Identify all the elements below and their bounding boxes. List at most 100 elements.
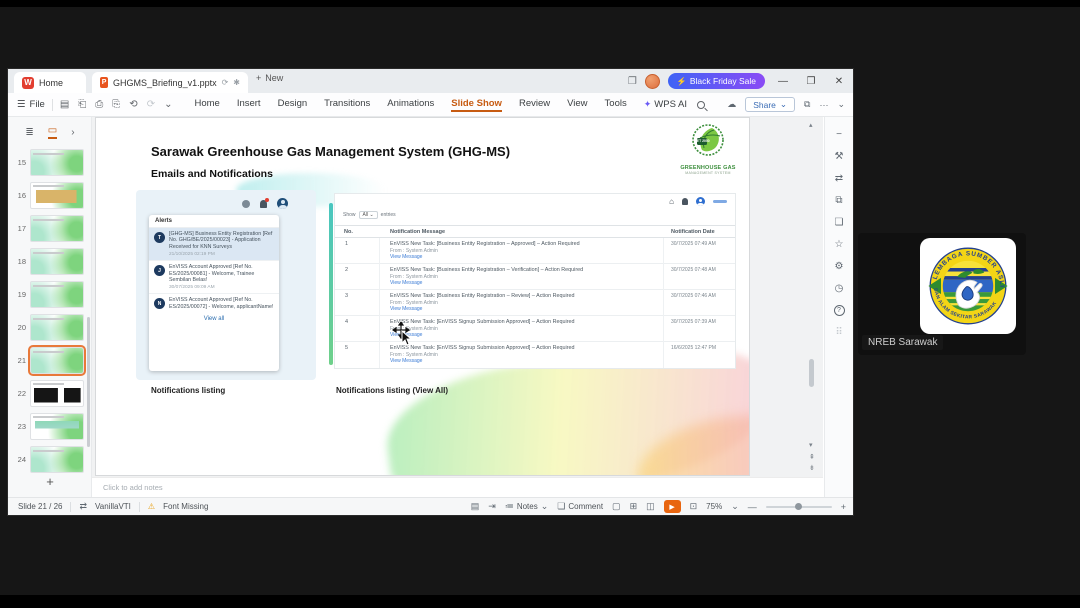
cloud-sync-icon[interactable]: ☁	[727, 99, 736, 110]
slide-view-icon[interactable]: ▭	[47, 125, 58, 139]
thumbnail-image	[30, 148, 84, 176]
window-layout-icon[interactable]: ❐	[628, 76, 637, 87]
wps-window: W Home P GHGMS_Briefing_v1.pptx ⟳ ✱ + Ne…	[8, 69, 853, 515]
reading-view-icon[interactable]: ◫	[646, 501, 655, 512]
slideshow-play-button[interactable]: ▶	[663, 500, 681, 513]
fit-screen-icon[interactable]: ⊡	[690, 501, 698, 512]
scroll-up-icon[interactable]: ▴	[809, 121, 813, 129]
slide-thumb-19[interactable]: 19	[8, 279, 92, 309]
share-button[interactable]: Share ⌄	[745, 97, 796, 112]
theme-name[interactable]: VanillaVTI	[95, 502, 131, 511]
print-preview-icon[interactable]: ⎘	[112, 99, 120, 110]
outline-view-icon[interactable]: ≣	[25, 127, 33, 138]
panel-scrollbar[interactable]	[87, 317, 90, 447]
ribbon-panel-icon[interactable]: ⧉	[804, 99, 810, 110]
tab-wps-ai[interactable]: ✦ WPS AI	[644, 98, 687, 112]
view-message-link: View Message	[390, 306, 423, 313]
zoom-level[interactable]: 75%	[706, 502, 722, 511]
note-page-icon[interactable]: ▤	[471, 501, 480, 512]
nreb-logo-icon: LEMBAGA SUMBER ASLI DAN ALAM SEKITAR SAR…	[928, 247, 1008, 325]
wps-logo-icon: W	[22, 76, 34, 89]
lightning-icon: ⚡	[676, 76, 687, 86]
comment-toggle[interactable]: ❏ Comment	[557, 501, 603, 512]
font-missing-warning[interactable]: Font Missing	[163, 502, 208, 511]
slide-thumb-17[interactable]: 17	[8, 213, 92, 243]
zoom-slider[interactable]	[765, 503, 832, 510]
tab-design[interactable]: Design	[278, 98, 308, 112]
slide-thumb-24[interactable]: 24	[8, 444, 92, 474]
slide-21-content[interactable]: Sarawak Greenhouse Gas Management System…	[95, 117, 750, 476]
zoom-menu-icon[interactable]: ⌄	[731, 501, 739, 512]
slide-thumb-23[interactable]: 23	[8, 411, 92, 441]
shapes-icon[interactable]: ⧉	[835, 195, 842, 206]
slide-sorter-icon[interactable]: ⊞	[630, 501, 638, 512]
redo-icon[interactable]: ⟳	[147, 99, 155, 110]
favorites-icon[interactable]: ☆	[835, 239, 844, 250]
file-menu[interactable]: ☰ File	[17, 99, 45, 110]
apps-grid-icon[interactable]: ⠿	[835, 327, 842, 338]
home-tab[interactable]: W Home	[14, 72, 86, 93]
previous-slide-icon[interactable]: ⇞	[809, 453, 815, 461]
notes-area[interactable]: Click to add notes	[92, 477, 823, 497]
participant-video-tile[interactable]: LEMBAGA SUMBER ASLI DAN ALAM SEKITAR SAR…	[858, 233, 1026, 355]
ghg-globe-icon: NET 2050	[692, 124, 724, 156]
add-slide-button[interactable]: +	[8, 474, 92, 489]
search-icon[interactable]	[697, 100, 705, 109]
slide-thumb-21-selected[interactable]: 21	[8, 344, 92, 376]
promo-button[interactable]: ⚡ Black Friday Sale	[667, 73, 765, 89]
close-button[interactable]: ✕	[829, 76, 849, 87]
scroll-down-icon[interactable]: ▾	[809, 441, 813, 449]
slide-thumb-15[interactable]: 15	[8, 147, 92, 177]
tab-home[interactable]: Home	[194, 98, 219, 112]
translate-icon[interactable]: ⇄	[835, 173, 843, 184]
undo-icon[interactable]: ⟲	[129, 99, 137, 110]
minimize-button[interactable]: —	[773, 76, 793, 87]
tab-review[interactable]: Review	[519, 98, 550, 112]
collapse-icon[interactable]: −	[836, 129, 842, 140]
zoom-out-icon[interactable]: —	[748, 502, 757, 512]
slide-scrollbar[interactable]: ▴ ▾ ⇞ ⇟	[804, 119, 820, 475]
thumbnail-image	[30, 181, 84, 209]
document-tab[interactable]: P GHGMS_Briefing_v1.pptx ⟳ ✱	[92, 72, 248, 93]
help-icon[interactable]: ?	[833, 305, 845, 316]
alerts-mockup: Alerts T [GHG-MS] Business Entity Regist…	[136, 190, 316, 380]
theme-toggle-icon	[242, 199, 250, 208]
chevron-down-icon: ⌄	[540, 501, 549, 511]
meeting-video-stage: W Home P GHGMS_Briefing_v1.pptx ⟳ ✱ + Ne…	[0, 7, 1080, 595]
next-slide-icon[interactable]: ⇟	[809, 464, 815, 472]
tab-insert[interactable]: Insert	[237, 98, 261, 112]
restore-button[interactable]: ❐	[801, 76, 821, 87]
save-icon[interactable]: ▤	[60, 99, 69, 110]
print-icon[interactable]: ⎙	[95, 99, 103, 110]
slide-thumbnail-panel: ≣ ▭ › 15 16 17 18 19 20 21 22 23 24 +	[8, 117, 92, 497]
slide-thumb-18[interactable]: 18	[8, 246, 92, 276]
comment-icon[interactable]: ❏	[835, 217, 844, 228]
expand-panel-icon[interactable]: ›	[71, 127, 74, 138]
tab-transitions[interactable]: Transitions	[324, 98, 370, 112]
slide-thumb-22[interactable]: 22	[8, 378, 92, 408]
notes-toggle[interactable]: ≔ Notes ⌄	[505, 501, 548, 512]
slide-thumb-16[interactable]: 16	[8, 180, 92, 210]
tab-view[interactable]: View	[567, 98, 587, 112]
alert-item: N EnVISS Account Approved [Ref No. ES/20…	[149, 294, 279, 313]
history-icon[interactable]: ◷	[835, 283, 844, 294]
jump-to-icon[interactable]: ⇥	[488, 501, 496, 512]
output-icon[interactable]: ⎗	[78, 99, 86, 110]
settings-icon[interactable]: ⚙	[835, 261, 844, 272]
account-avatar[interactable]	[644, 73, 660, 89]
more-icon[interactable]: ···	[819, 100, 828, 110]
tab-animations[interactable]: Animations	[387, 98, 434, 112]
tab-slide-show[interactable]: Slide Show	[451, 98, 502, 112]
zoom-in-icon[interactable]: +	[841, 502, 846, 512]
normal-view-icon[interactable]: ▢	[612, 501, 621, 512]
alert-item: J EnVISS Account Approved [Ref No. ES/20…	[149, 261, 279, 295]
tools-icon[interactable]: ⚒	[835, 151, 844, 162]
slide-thumb-20[interactable]: 20	[8, 312, 92, 342]
collapse-ribbon-icon[interactable]: ⌄	[837, 99, 845, 110]
quickbar-more-icon[interactable]: ⌄	[164, 99, 172, 110]
thumbnail-image	[30, 412, 84, 440]
view-all-link: View all	[203, 316, 225, 323]
new-tab-button[interactable]: + New	[256, 73, 283, 83]
tab-tools[interactable]: Tools	[605, 98, 627, 112]
scrollbar-thumb[interactable]	[809, 359, 814, 387]
